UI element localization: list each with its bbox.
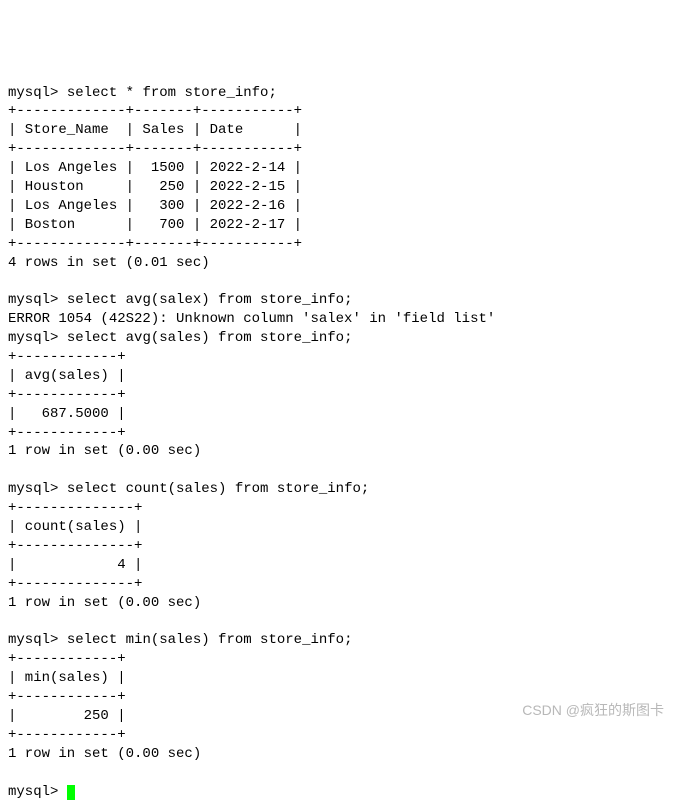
query-3: select avg(sales) from store_info; bbox=[67, 330, 353, 346]
table-border: +------------+ bbox=[8, 387, 126, 403]
terminal-output: mysql> select * from store_info; +------… bbox=[8, 85, 495, 800]
mysql-prompt: mysql> bbox=[8, 292, 58, 308]
table-row: | Los Angeles | 300 | 2022-2-16 | bbox=[8, 198, 302, 214]
watermark: CSDN @疯狂的斯图卡 bbox=[522, 701, 664, 720]
mysql-prompt: mysql> bbox=[8, 632, 58, 648]
table-border: +-------------+-------+-----------+ bbox=[8, 236, 302, 252]
result-footer: 1 row in set (0.00 sec) bbox=[8, 595, 201, 611]
table-header: | avg(sales) | bbox=[8, 368, 126, 384]
table-header: | Store_Name | Sales | Date | bbox=[8, 122, 302, 138]
result-footer: 4 rows in set (0.01 sec) bbox=[8, 255, 210, 271]
mysql-prompt: mysql> bbox=[8, 330, 58, 346]
mysql-prompt: mysql> bbox=[8, 85, 58, 101]
table-border: +------------+ bbox=[8, 349, 126, 365]
table-border: +--------------+ bbox=[8, 576, 142, 592]
error-message: ERROR 1054 (42S22): Unknown column 'sale… bbox=[8, 311, 495, 327]
table-border: +--------------+ bbox=[8, 500, 142, 516]
table-border: +-------------+-------+-----------+ bbox=[8, 141, 302, 157]
table-header: | min(sales) | bbox=[8, 670, 126, 686]
table-header: | count(sales) | bbox=[8, 519, 142, 535]
table-border: +-------------+-------+-----------+ bbox=[8, 103, 302, 119]
query-1: select * from store_info; bbox=[67, 85, 277, 101]
table-border: +------------+ bbox=[8, 727, 126, 743]
terminal-cursor[interactable] bbox=[67, 785, 75, 800]
table-row: | Houston | 250 | 2022-2-15 | bbox=[8, 179, 302, 195]
query-4: select count(sales) from store_info; bbox=[67, 481, 369, 497]
table-border: +------------+ bbox=[8, 689, 126, 705]
table-row: | 687.5000 | bbox=[8, 406, 126, 422]
table-border: +--------------+ bbox=[8, 538, 142, 554]
table-border: +------------+ bbox=[8, 425, 126, 441]
table-row: | Los Angeles | 1500 | 2022-2-14 | bbox=[8, 160, 302, 176]
query-5: select min(sales) from store_info; bbox=[67, 632, 353, 648]
table-border: +------------+ bbox=[8, 651, 126, 667]
result-footer: 1 row in set (0.00 sec) bbox=[8, 443, 201, 459]
table-row: | 4 | bbox=[8, 557, 142, 573]
table-row: | Boston | 700 | 2022-2-17 | bbox=[8, 217, 302, 233]
table-row: | 250 | bbox=[8, 708, 126, 724]
mysql-prompt: mysql> bbox=[8, 784, 58, 800]
query-2: select avg(salex) from store_info; bbox=[67, 292, 353, 308]
mysql-prompt: mysql> bbox=[8, 481, 58, 497]
result-footer: 1 row in set (0.00 sec) bbox=[8, 746, 201, 762]
